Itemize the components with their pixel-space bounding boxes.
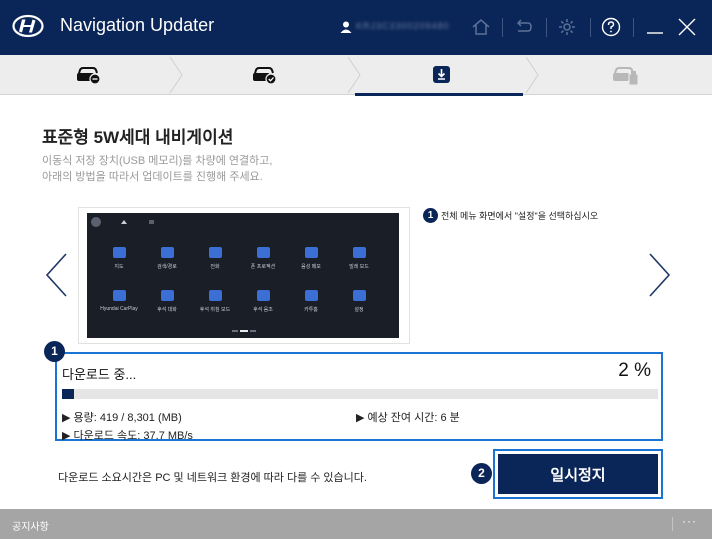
download-progress-bar [62, 389, 658, 399]
car-app-tile: 검색/경로 [147, 247, 187, 270]
car-app-icon [256, 290, 270, 301]
download-panel: 다운로드 중... 2 % ▶ 용량: 419 / 8,301 (MB) ▶ 예… [55, 352, 663, 442]
titlebar-divider [546, 18, 547, 37]
car-app-icon [304, 247, 318, 258]
pause-step-badge: 2 [471, 463, 492, 484]
footer-bar: 공지사항 ··· [0, 509, 712, 539]
titlebar-divider [633, 18, 634, 37]
more-menu-button[interactable]: ··· [682, 514, 697, 528]
car-app-icon [160, 290, 174, 301]
user-id: KRJ3C3300209480 [356, 21, 450, 31]
progress-steps [0, 55, 712, 95]
car-screen-topbar [91, 217, 154, 227]
car-app-tile: 설정 [339, 290, 379, 313]
home-icon[interactable] [470, 16, 492, 38]
car-app-tile: 전화 [195, 247, 235, 270]
car-app-icon [304, 290, 318, 301]
settings-icon[interactable] [556, 16, 578, 38]
download-icon [433, 66, 450, 83]
titlebar-divider [502, 18, 503, 37]
titlebar-divider [590, 18, 591, 37]
next-arrow-icon[interactable] [646, 250, 674, 300]
car-app-tile: 후석 음조 [243, 290, 283, 313]
step-separators [169, 56, 539, 94]
download-status-label: 다운로드 중... [62, 367, 137, 382]
car-app-tile: 빌레 모드 [339, 247, 379, 270]
download-step-badge: 1 [44, 341, 65, 362]
guide-image-frame: 지도 검색/경로 전화 폰 프로젝션 음성 메모 빌레 모드 Hyundai C… [78, 207, 410, 344]
download-time-note: 다운로드 소요시간은 PC 및 네트워크 환경에 따라 다를 수 있습니다. [58, 472, 367, 484]
previous-arrow-icon[interactable] [42, 250, 70, 300]
car-app-tile: 폰 프로젝션 [243, 247, 283, 270]
guide-instruction: 전체 메뉴 화면에서 "설정"을 선택하십시오 [441, 211, 599, 221]
footer-divider [672, 517, 673, 531]
pause-button-highlight: 일시정지 [493, 449, 663, 499]
download-percent: 2 % [618, 360, 651, 381]
download-remaining-time: ▶ 예상 잔여 시간: 6 분 [356, 412, 460, 424]
car-screen-image: 지도 검색/경로 전화 폰 프로젝션 음성 메모 빌레 모드 Hyundai C… [87, 213, 399, 338]
car-app-tile: 후석 취침 모드 [195, 290, 235, 313]
car-app-tile: 후석 대화 [147, 290, 187, 313]
guide-step-badge: 1 [423, 208, 438, 223]
app-title: Navigation Updater [60, 15, 215, 35]
help-icon[interactable] [600, 16, 622, 38]
title-bar: Navigation Updater KRJ3C3300209480 [0, 0, 712, 55]
download-capacity: ▶ 용량: 419 / 8,301 (MB) [62, 412, 182, 424]
car-app-icon [112, 247, 126, 258]
back-icon[interactable] [512, 16, 534, 38]
car-app-icon [208, 247, 222, 258]
hyundai-logo-icon [12, 14, 44, 38]
notice-link[interactable]: 공지사항 [12, 518, 49, 533]
car-screen-page-indicator [232, 330, 256, 332]
user-icon [340, 21, 352, 33]
page-description: 이동식 저장 장치(USB 메모리)를 차량에 연결하고, 아래의 방법을 따라… [42, 155, 273, 183]
page-title: 표준형 5W세대 내비게이션 [42, 128, 234, 147]
car-app-icon [352, 290, 366, 301]
car-check-icon [253, 67, 277, 85]
minimize-icon[interactable] [644, 16, 666, 38]
download-speed: ▶ 다운로드 속도: 37.7 MB/s [62, 430, 193, 442]
close-icon[interactable] [676, 16, 698, 38]
car-app-icon [112, 290, 126, 301]
car-app-icon [208, 290, 222, 301]
car-app-tile: 지도 [99, 247, 139, 270]
car-app-icon [160, 247, 174, 258]
car-usb-icon [613, 67, 639, 86]
car-app-icon [256, 247, 270, 258]
car-app-icon [352, 247, 366, 258]
car-app-tile: 카투홈 [291, 290, 331, 313]
download-progress-fill [62, 389, 74, 399]
pause-button[interactable]: 일시정지 [498, 454, 658, 494]
car-app-tile: Hyundai CarPlay [99, 290, 139, 312]
car-app-tile: 음성 메모 [291, 247, 331, 270]
car-add-icon [77, 67, 101, 85]
active-step-indicator [355, 93, 523, 96]
